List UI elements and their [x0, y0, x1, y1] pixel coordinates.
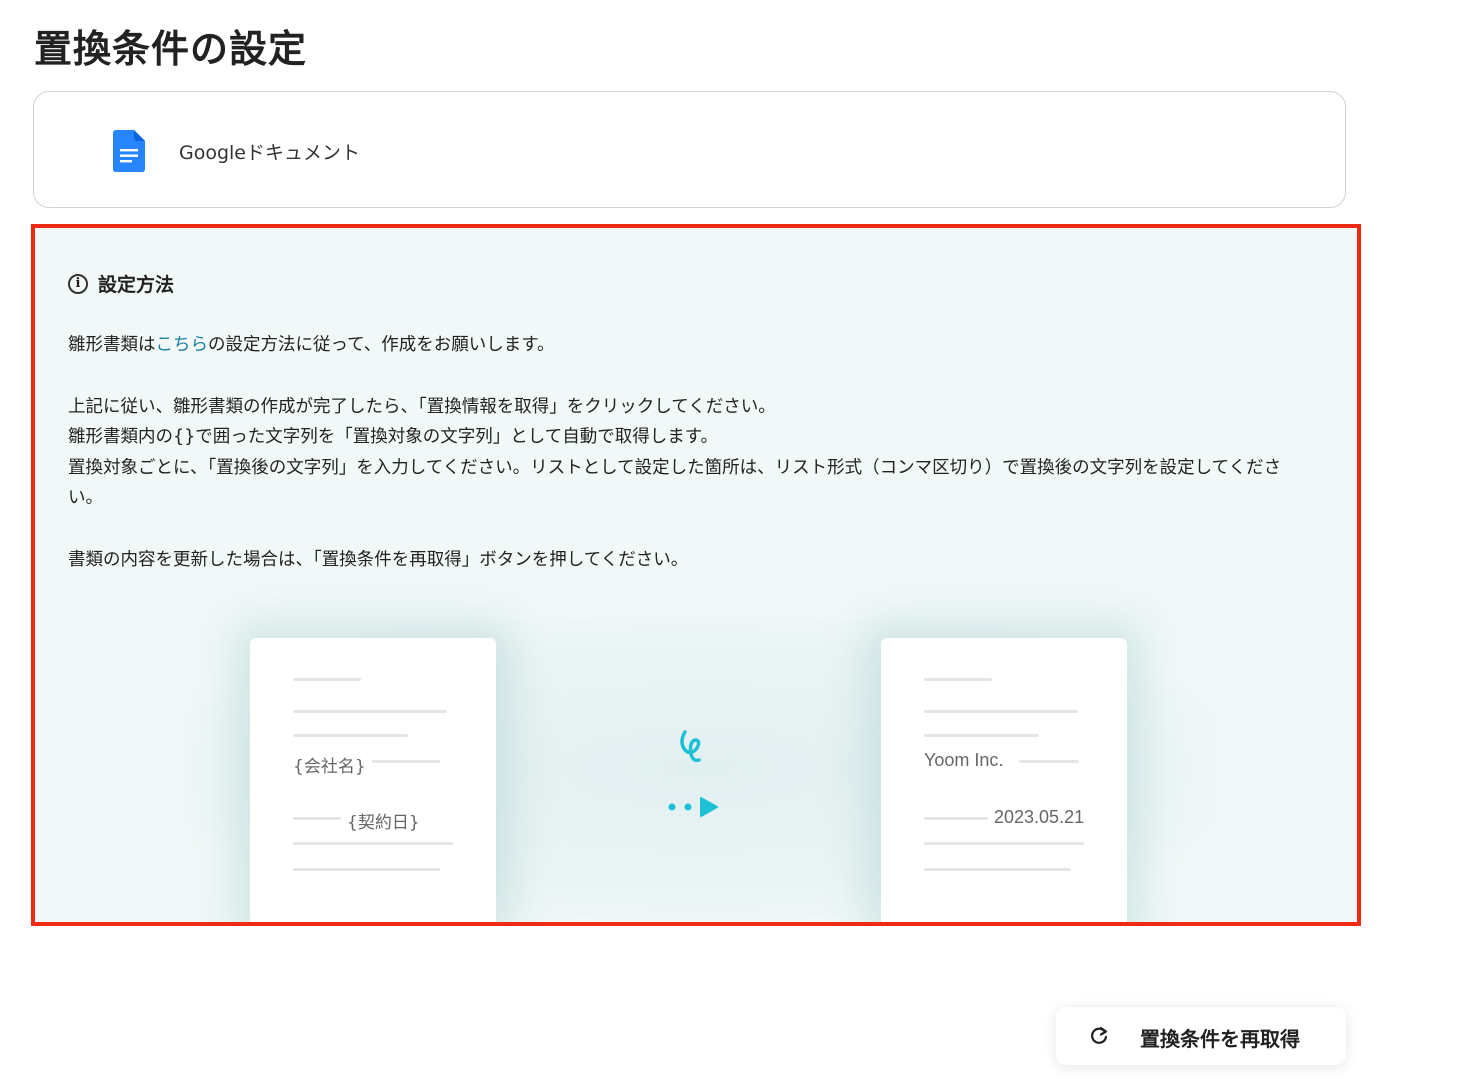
result-company-name: Yoom Inc. [924, 750, 1004, 770]
instruction-line-1: 雛形書類はこちらの設定方法に従って、作成をお願いします。 [68, 330, 1308, 361]
setup-instructions-panel: i 設定方法 雛形書類はこちらの設定方法に従って、作成をお願いします。 上記に従… [31, 224, 1361, 926]
instruction-line-3: 雛形書類内の{}で囲った文字列を「置換対象の文字列」として自動で取得します。 [68, 427, 718, 447]
arrow-right-icon [668, 797, 718, 817]
setup-guide-link[interactable]: こちら [156, 335, 209, 355]
instructions-body: 雛形書類はこちらの設定方法に従って、作成をお願いします。 上記に従い、雛形書類の… [68, 330, 1308, 575]
template-document: {会社名} {契約日} [250, 638, 496, 922]
replacement-illustration: {会社名} {契約日} Yoom Inc. 2023.05.21 [35, 608, 1357, 922]
instruction-line-2: 上記に従い、雛形書類の作成が完了したら、「置換情報を取得」をクリックしてください… [68, 396, 776, 417]
app-name: Googleドキュメント [179, 142, 361, 164]
info-icon: i [68, 273, 88, 294]
placeholder-company-name: {会社名} [293, 757, 366, 777]
refetch-conditions-button[interactable]: 置換条件を再取得 [1056, 1007, 1346, 1065]
instructions-heading: i 設定方法 [68, 270, 174, 297]
placeholder-contract-date: {契約日} [347, 813, 420, 833]
refetch-conditions-label: 置換条件を再取得 [1140, 1027, 1300, 1051]
instruction-text: の設定方法に従って、作成をお願いします。 [208, 335, 555, 355]
app-selector-card[interactable]: Googleドキュメント [33, 91, 1346, 208]
instruction-text: 雛形書類は [68, 335, 156, 355]
instruction-line-4: 置換対象ごとに、「置換後の文字列」を入力してください。リストとして設定した箇所は… [68, 457, 1282, 509]
instructions-heading-text: 設定方法 [98, 274, 175, 296]
instruction-line-5: 書類の内容を更新した場合は、「置換条件を再取得」ボタンを押してください。 [68, 549, 689, 570]
refresh-icon [1091, 1026, 1108, 1044]
page-title: 置換条件の設定 [34, 27, 308, 71]
google-docs-icon [113, 130, 145, 172]
yoom-logo-icon [680, 730, 701, 763]
result-contract-date: 2023.05.21 [994, 807, 1085, 827]
result-document: Yoom Inc. 2023.05.21 [881, 638, 1127, 922]
